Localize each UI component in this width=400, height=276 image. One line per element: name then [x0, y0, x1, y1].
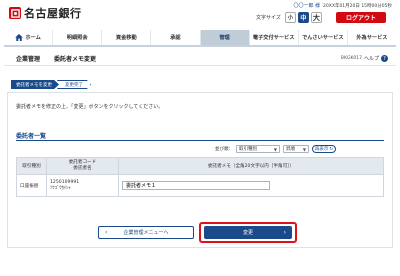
- memo-input[interactable]: [122, 181, 270, 190]
- submit-highlight-frame: 変更 ›: [199, 222, 297, 243]
- section-divider: [16, 140, 384, 141]
- nav-item-home[interactable]: ホーム: [4, 30, 54, 45]
- resort-button[interactable]: 再表示 ↻: [312, 145, 336, 153]
- screen-id: BKGK017: [340, 56, 362, 61]
- submit-button-label: 変更: [242, 230, 253, 236]
- cell-memo: [118, 174, 384, 197]
- consignor-table: 取引種別 委託者コード 委託者名 委託者メモ（全角20文字以内［半角可］） 口座…: [16, 157, 384, 197]
- cell-type: 口座振替: [16, 174, 47, 197]
- font-size-large-button[interactable]: 大: [310, 12, 322, 23]
- step-next: 変更完了: [57, 80, 91, 89]
- column-header-memo: 委託者メモ（全角20文字以内［半角可］）: [118, 157, 384, 175]
- chevron-right-icon: ›: [283, 229, 286, 236]
- sort-order-value: 昇順: [286, 147, 295, 152]
- consignor-name: ｿｳｺﾞｳｶｲｼｬ: [50, 185, 71, 191]
- resort-label: 再表示: [314, 147, 329, 152]
- nav-item-label: ホーム: [25, 35, 41, 41]
- nav-item-approval[interactable]: 承認: [151, 30, 201, 45]
- chevron-down-icon: ▼: [273, 146, 277, 152]
- sort-controls: 並び順： 取引種別 ▼ 昇順 ▼ 再表示 ↻: [215, 145, 336, 153]
- user-name: 〇〇一郎 様: [293, 3, 321, 9]
- bank-logo[interactable]: 名古屋銀行: [9, 5, 82, 21]
- submit-change-button[interactable]: 変更 ›: [204, 226, 292, 239]
- nav-item-management[interactable]: 管理: [200, 30, 250, 45]
- bank-name: 名古屋銀行: [24, 7, 82, 20]
- nav-item-densai[interactable]: でんさいサービス: [299, 30, 348, 45]
- top-header: 名古屋銀行 〇〇一郎 様 20XX年01月20日 15時00分05秒 文字サイズ…: [0, 0, 400, 29]
- help-icon: ?: [381, 55, 388, 62]
- nav-item-forex[interactable]: 外為サービス: [348, 30, 396, 45]
- nav-item-statements[interactable]: 明細照会: [53, 30, 103, 45]
- help-link[interactable]: ヘルプ ?: [364, 55, 388, 62]
- logout-button[interactable]: ログアウト: [336, 12, 386, 23]
- sort-label: 並び順：: [215, 147, 233, 152]
- page-category: 企業管理: [16, 56, 41, 63]
- user-info: 〇〇一郎 様 20XX年01月20日 15時00分05秒: [293, 2, 392, 9]
- home-icon: [15, 34, 24, 41]
- global-nav: ホーム 明細照会 資金移動 承認 管理 電子交付サービス でんさいサービス 外為…: [4, 30, 396, 47]
- sort-field-select[interactable]: 取引種別 ▼: [236, 145, 280, 153]
- font-size-small-button[interactable]: 小: [284, 12, 296, 23]
- chevron-down-icon: ▼: [302, 146, 306, 152]
- table-header-row: 取引種別 委託者コード 委託者名 委託者メモ（全角20文字以内［半角可］）: [16, 157, 384, 175]
- column-header-type: 取引種別: [16, 157, 47, 175]
- column-header-code-name: 委託者コード 委託者名: [46, 157, 119, 175]
- progress-steps: 委託者メモを変更 変更完了: [11, 80, 91, 89]
- last-login-time: 20XX年01月20日 15時00分05秒: [323, 3, 392, 9]
- refresh-icon: ↻: [329, 146, 334, 152]
- font-size-label: 文字サイズ: [256, 15, 281, 21]
- sort-field-value: 取引種別: [239, 147, 257, 152]
- cell-code-name: 1250109991 ｿｳｺﾞｳｶｲｼｬ: [46, 174, 119, 197]
- instruction-text: 委託者メモを修正の上、「変更」ボタンをクリックしてください。: [16, 104, 164, 110]
- back-button-label: 企業管理メニューへ: [123, 230, 169, 236]
- nav-item-e-delivery[interactable]: 電子交付サービス: [250, 30, 299, 45]
- chevron-left-icon: ‹: [105, 229, 108, 236]
- section-title: 委託者一覧: [16, 133, 47, 140]
- sort-order-select[interactable]: 昇順 ▼: [283, 145, 309, 153]
- page-title-bar: 企業管理 委託者メモ変更 BKGK017 ヘルプ ?: [4, 52, 396, 66]
- back-to-menu-button[interactable]: ‹ 企業管理メニューへ: [98, 226, 194, 239]
- nav-item-transfer[interactable]: 資金移動: [102, 30, 152, 45]
- table-row: 口座振替 1250109991 ｿｳｺﾞｳｶｲｼｬ: [16, 174, 384, 197]
- font-size-selector: 文字サイズ 小 中 大: [256, 12, 322, 23]
- help-label: ヘルプ: [363, 56, 379, 62]
- page-title: 委託者メモ変更: [54, 56, 97, 63]
- font-size-medium-button[interactable]: 中: [297, 12, 309, 23]
- bank-logo-mark-icon: [9, 7, 21, 19]
- step-current: 委託者メモを変更: [11, 80, 59, 89]
